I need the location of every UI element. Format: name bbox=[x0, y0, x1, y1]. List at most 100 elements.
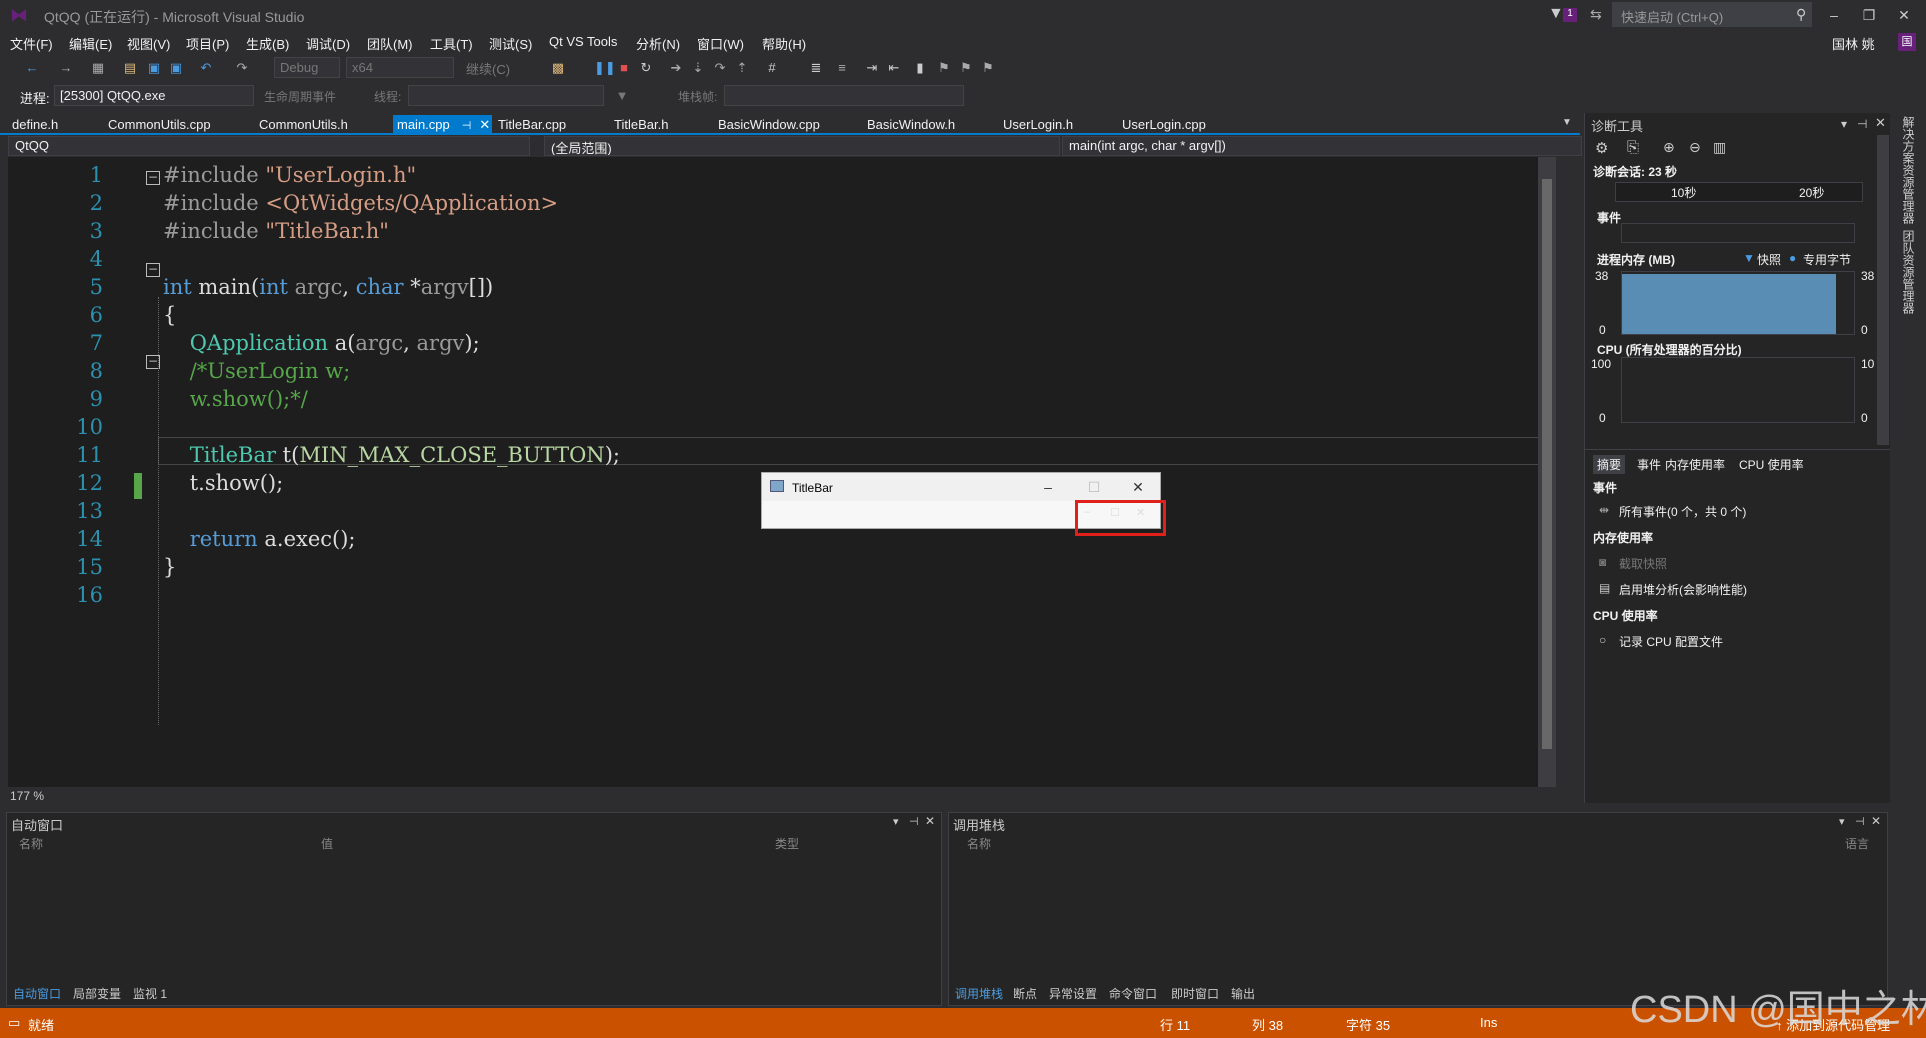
solution-explorer-tab[interactable]: 解决方案资源管理器 bbox=[1900, 116, 1917, 224]
code-line-5[interactable]: 5 int main(int argc, char *argv[]) bbox=[8, 273, 1556, 301]
tab-overflow-icon[interactable]: ▼ bbox=[1562, 117, 1572, 128]
code-line-3[interactable]: 3 #include "TitleBar.h" bbox=[8, 217, 1556, 245]
tab-basicwindow-cpp[interactable]: BasicWindow.cpp bbox=[714, 115, 824, 135]
step-out-icon[interactable]: ⇡ bbox=[734, 60, 750, 76]
callstack-tab-command[interactable]: 命令窗口 bbox=[1109, 985, 1157, 1002]
open-icon[interactable]: ▤ bbox=[122, 60, 138, 76]
autos-tab-autos[interactable]: 自动窗口 bbox=[13, 985, 61, 1002]
bookmark-icon[interactable]: ▮ bbox=[912, 60, 928, 76]
line-number[interactable]: 16 bbox=[58, 581, 103, 609]
line-number[interactable]: 1 bbox=[58, 161, 103, 189]
diag-tab-memory[interactable]: 内存使用率 bbox=[1665, 456, 1725, 473]
menu-project[interactable]: 项目(P) bbox=[186, 34, 229, 53]
notification-badge[interactable]: 1 bbox=[1563, 8, 1577, 22]
menu-file[interactable]: 文件(F) bbox=[10, 34, 53, 53]
line-number[interactable]: 2 bbox=[58, 189, 103, 217]
code-line-8[interactable]: 8 /*UserLogin w; bbox=[8, 357, 1556, 385]
back-icon[interactable]: ← bbox=[24, 60, 40, 76]
process-icon[interactable]: ▩ bbox=[550, 60, 566, 76]
prev-bookmark-icon[interactable]: ⚑ bbox=[936, 60, 952, 76]
menu-view[interactable]: 视图(V) bbox=[127, 34, 170, 53]
diag-tab-summary[interactable]: 摘要 bbox=[1593, 455, 1626, 474]
app-maximize-button[interactable]: ☐ bbox=[1074, 475, 1114, 499]
line-number[interactable]: 8 bbox=[58, 357, 103, 385]
line-number[interactable]: 9 bbox=[58, 385, 103, 413]
code-line-9[interactable]: 9 w.show();*/ bbox=[8, 385, 1556, 413]
line-number[interactable]: 7 bbox=[58, 329, 103, 357]
tab-main-cpp[interactable]: main.cpp ⊣ ✕ bbox=[393, 115, 492, 135]
zoom-level[interactable]: 177 % bbox=[10, 789, 44, 803]
record-cpu-button[interactable]: 记录 CPU 配置文件 bbox=[1619, 633, 1723, 650]
user-avatar[interactable]: 国 bbox=[1898, 33, 1916, 51]
menu-analyze[interactable]: 分析(N) bbox=[636, 34, 680, 53]
callstack-tab-exceptions[interactable]: 异常设置 bbox=[1049, 985, 1097, 1002]
code-text[interactable]: { bbox=[163, 301, 176, 329]
line-number[interactable]: 6 bbox=[58, 301, 103, 329]
line-number[interactable]: 15 bbox=[58, 553, 103, 581]
tab-userlogin-cpp[interactable]: UserLogin.cpp bbox=[1118, 115, 1210, 135]
code-text[interactable]: return a.exec(); bbox=[163, 525, 356, 553]
menu-debug[interactable]: 调试(D) bbox=[306, 34, 350, 53]
line-number[interactable]: 5 bbox=[58, 273, 103, 301]
code-text[interactable]: /*UserLogin w; bbox=[163, 357, 351, 385]
team-explorer-tab[interactable]: 团队资源管理器 bbox=[1900, 230, 1917, 314]
scrollbar-thumb[interactable] bbox=[1542, 179, 1552, 749]
fold-toggle-5[interactable]: − bbox=[146, 263, 160, 277]
callstack-col-language[interactable]: 语言 bbox=[1845, 835, 1869, 852]
code-line-10[interactable]: 10 bbox=[8, 413, 1556, 441]
pin-icon[interactable]: ⊣ bbox=[462, 120, 472, 132]
line-number[interactable]: 12 bbox=[58, 469, 103, 497]
callstack-tab-callstack[interactable]: 调用堆栈 bbox=[955, 985, 1003, 1002]
code-text[interactable]: #include "TitleBar.h" bbox=[163, 217, 389, 245]
redo-icon[interactable]: ↷ bbox=[234, 60, 250, 76]
callstack-tab-immediate[interactable]: 即时窗口 bbox=[1171, 985, 1219, 1002]
tab-commonutils-cpp[interactable]: CommonUtils.cpp bbox=[104, 115, 215, 135]
line-number[interactable]: 10 bbox=[58, 413, 103, 441]
take-snapshot-button[interactable]: 截取快照 bbox=[1619, 555, 1667, 572]
app-minimize-button[interactable]: – bbox=[1028, 475, 1068, 499]
indent-icon[interactable]: ⇥ bbox=[864, 60, 880, 76]
threads-icon[interactable]: ≣ bbox=[808, 60, 824, 76]
autos-pin-icon[interactable]: ⊣ bbox=[909, 815, 919, 828]
callstack-dropdown-icon[interactable]: ▾ bbox=[1839, 815, 1845, 828]
undo-icon[interactable]: ↶ bbox=[198, 60, 214, 76]
code-text[interactable]: t.show(); bbox=[163, 469, 284, 497]
code-text[interactable]: TitleBar t(MIN_MAX_CLOSE_BUTTON); bbox=[163, 441, 620, 469]
outdent-icon[interactable]: ⇤ bbox=[886, 60, 902, 76]
code-line-11[interactable]: 11 TitleBar t(MIN_MAX_CLOSE_BUTTON); bbox=[8, 441, 1556, 469]
autos-tab-watch1[interactable]: 监视 1 bbox=[133, 985, 167, 1002]
line-number[interactable]: 4 bbox=[58, 245, 103, 273]
select-tools-icon[interactable]: ⎘ bbox=[1627, 139, 1639, 156]
continue-button[interactable]: 继续(C) bbox=[466, 59, 510, 78]
thread-dropdown[interactable] bbox=[408, 85, 604, 106]
process-dropdown[interactable]: [25300] QtQQ.exe bbox=[54, 85, 254, 106]
zoom-out-icon[interactable]: ⊖ bbox=[1689, 139, 1701, 156]
diag-tab-cpu[interactable]: CPU 使用率 bbox=[1739, 456, 1804, 473]
code-text[interactable]: QApplication a(argc, argv); bbox=[163, 329, 480, 357]
tab-define-h[interactable]: define.h bbox=[8, 115, 62, 135]
code-line-14[interactable]: 14 return a.exec(); bbox=[8, 525, 1556, 553]
line-number[interactable]: 3 bbox=[58, 217, 103, 245]
filter-icon[interactable]: ▼ bbox=[1548, 5, 1564, 23]
callstack-tab-breakpoints[interactable]: 断点 bbox=[1013, 985, 1037, 1002]
autos-col-value[interactable]: 值 bbox=[321, 835, 333, 852]
diag-tab-events[interactable]: 事件 bbox=[1637, 456, 1661, 473]
diag-pin-icon[interactable]: ⊣ bbox=[1857, 117, 1867, 131]
lifecycle-button[interactable]: 生命周期事件 bbox=[264, 88, 336, 105]
timeline-ruler[interactable] bbox=[1615, 182, 1863, 202]
restore-button[interactable]: ❐ bbox=[1853, 2, 1885, 28]
step-into-icon[interactable]: ⇣ bbox=[690, 60, 706, 76]
diag-close-icon[interactable]: ✕ bbox=[1875, 115, 1886, 131]
code-line-2[interactable]: 2 #include <QtWidgets/QApplication> bbox=[8, 189, 1556, 217]
project-dropdown[interactable]: QtQQ bbox=[8, 136, 530, 156]
platform-dropdown[interactable]: x64 bbox=[346, 57, 454, 78]
menu-team[interactable]: 团队(M) bbox=[367, 34, 413, 53]
autos-close-icon[interactable]: ✕ bbox=[925, 814, 935, 828]
breakpoints-icon[interactable]: ≡ bbox=[834, 60, 850, 76]
tab-basicwindow-h[interactable]: BasicWindow.h bbox=[863, 115, 959, 135]
code-line-15[interactable]: 15} bbox=[8, 553, 1556, 581]
callstack-col-name[interactable]: 名称 bbox=[967, 835, 991, 852]
code-line-7[interactable]: 7 QApplication a(argc, argv); bbox=[8, 329, 1556, 357]
code-line-16[interactable]: 16 bbox=[8, 581, 1556, 609]
tab-titlebar-cpp[interactable]: TitleBar.cpp bbox=[494, 115, 570, 135]
